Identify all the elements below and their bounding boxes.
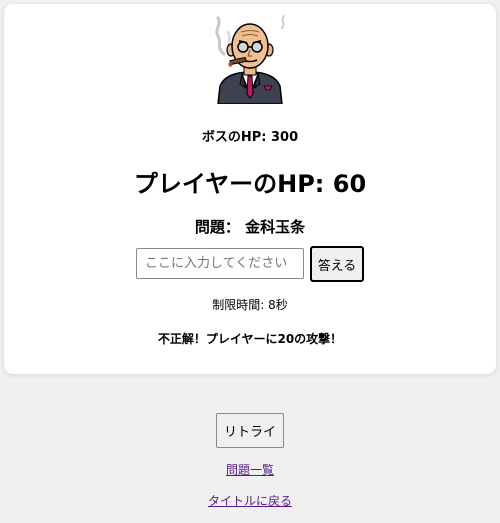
boss-hp-label: ボスのHP: 300 [201, 130, 299, 145]
time-limit-text: 制限時間: 8秒 [212, 298, 288, 312]
question-text: 問題： 金科玉条 [194, 218, 306, 236]
question-list-link-container: 問題一覧 [0, 461, 500, 478]
boss-character-icon [215, 15, 285, 104]
retry-button[interactable]: リトライ [216, 413, 284, 448]
back-to-title-link-container: タイトルに戻る [0, 492, 500, 509]
back-to-title-link[interactable]: タイトルに戻る [208, 494, 292, 508]
question-list-link[interactable]: 問題一覧 [226, 463, 274, 477]
game-card: ボスのHP: 300 プレイヤーのHP: 60 問題： 金科玉条 答える 制限時… [4, 4, 496, 374]
feedback-message: 不正解！プレイヤーに20の攻撃！ [157, 332, 343, 346]
player-hp-label: プレイヤーのHP: 60 [133, 170, 367, 198]
answer-input[interactable] [136, 248, 304, 279]
answer-button[interactable]: 答える [310, 246, 364, 282]
